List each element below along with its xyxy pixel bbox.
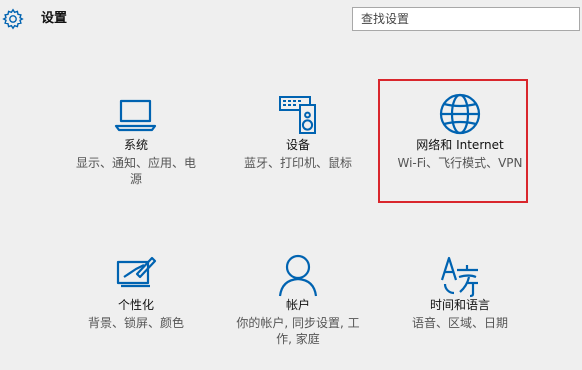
- tile-devices[interactable]: 设备 蓝牙、打印机、鼠标: [220, 92, 376, 188]
- time-language-icon: [440, 256, 478, 298]
- highlight-box: [378, 79, 528, 203]
- tile-name: 系统: [123, 138, 148, 152]
- tile-system[interactable]: 系统 显示、通知、应用、电源: [58, 92, 214, 188]
- page-title: 设置: [41, 11, 68, 26]
- tile-description: 蓝牙、打印机、鼠标: [243, 156, 352, 170]
- search-input[interactable]: 查找设置: [352, 7, 580, 31]
- tile-personalization[interactable]: 个性化 背景、锁屏、颜色: [58, 252, 214, 348]
- gear-icon[interactable]: [2, 8, 24, 30]
- tile-name: 帐户: [285, 298, 310, 312]
- person-icon: [278, 254, 318, 297]
- tile-description: 背景、锁屏、颜色: [87, 316, 184, 330]
- tile-time-language[interactable]: 时间和语言 语音、区域、日期: [382, 252, 538, 348]
- search-placeholder: 查找设置: [361, 12, 410, 26]
- tile-description: 显示、通知、应用、电源: [75, 156, 196, 186]
- tile-name: 设备: [285, 138, 310, 152]
- tile-description: 语音、区域、日期: [411, 316, 508, 330]
- laptop-icon: [114, 99, 157, 132]
- personalization-icon: [116, 256, 157, 288]
- tile-name: 个性化: [117, 298, 154, 312]
- tile-accounts[interactable]: 帐户 你的帐户, 同步设置, 工作, 家庭: [220, 252, 376, 348]
- devices-icon: [279, 96, 316, 134]
- header-bar: 设置 查找设置: [0, 0, 582, 42]
- tile-description: 你的帐户, 同步设置, 工作, 家庭: [236, 316, 360, 346]
- tile-name: 时间和语言: [429, 298, 490, 312]
